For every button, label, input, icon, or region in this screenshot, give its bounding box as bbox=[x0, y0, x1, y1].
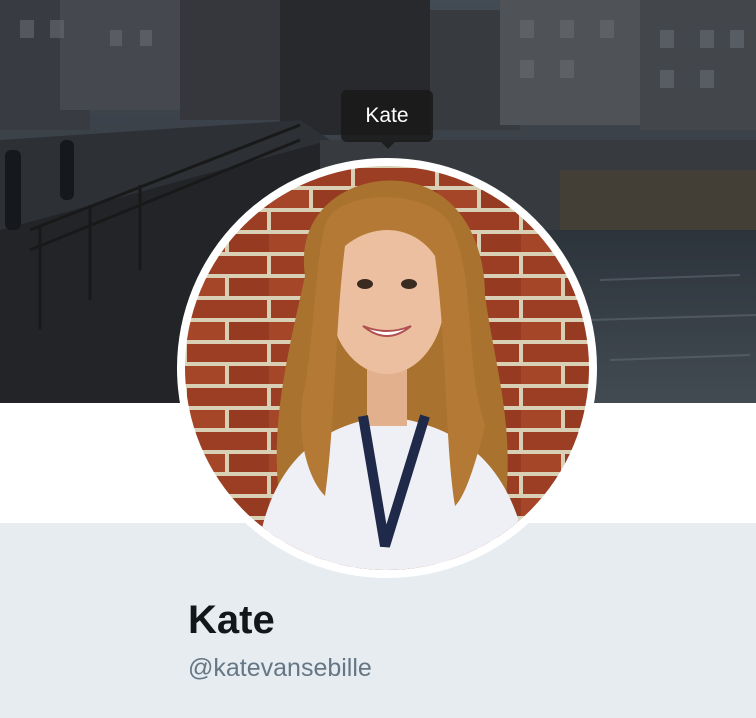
profile-display-name[interactable]: Kate bbox=[188, 598, 275, 643]
profile-handle[interactable]: @katevansebille bbox=[188, 654, 372, 683]
avatar-photo-icon bbox=[185, 166, 589, 570]
name-tooltip: Kate bbox=[341, 90, 433, 149]
profile-avatar[interactable] bbox=[177, 158, 597, 578]
